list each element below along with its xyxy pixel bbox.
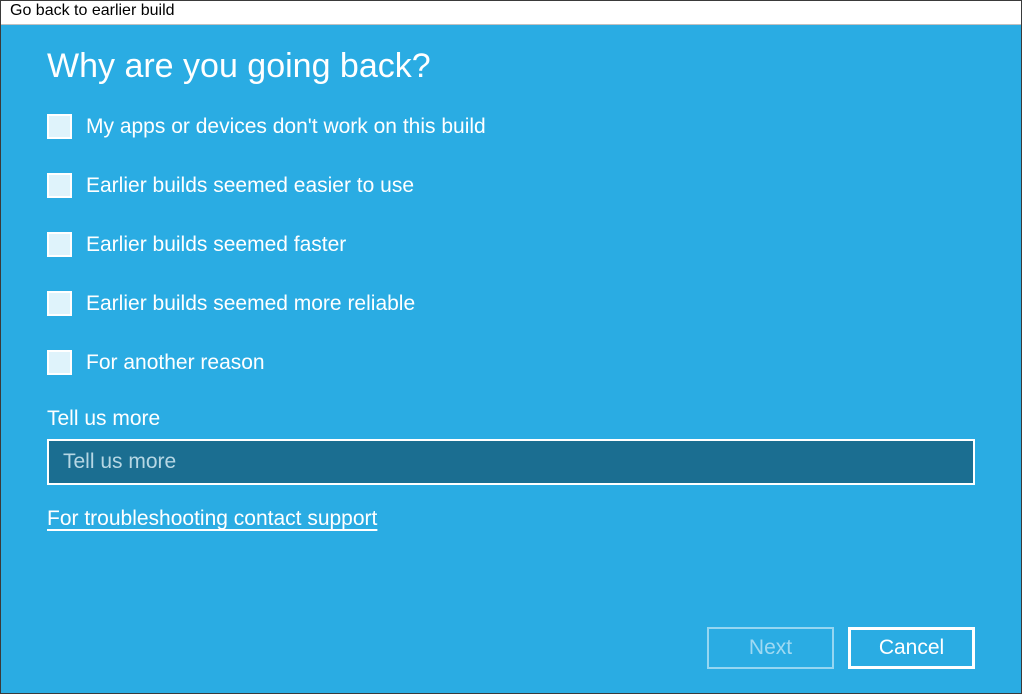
- support-link[interactable]: For troubleshooting contact support: [47, 507, 975, 531]
- option-faster[interactable]: Earlier builds seemed faster: [47, 232, 975, 257]
- window-title: Go back to earlier build: [1, 1, 1021, 25]
- option-another-reason[interactable]: For another reason: [47, 350, 975, 375]
- option-reliable[interactable]: Earlier builds seemed more reliable: [47, 291, 975, 316]
- checkbox-icon[interactable]: [47, 114, 72, 139]
- option-label: My apps or devices don't work on this bu…: [86, 115, 486, 139]
- page-heading: Why are you going back?: [47, 47, 975, 86]
- checkbox-icon[interactable]: [47, 350, 72, 375]
- option-apps-devices[interactable]: My apps or devices don't work on this bu…: [47, 114, 975, 139]
- option-easier[interactable]: Earlier builds seemed easier to use: [47, 173, 975, 198]
- window: Go back to earlier build Why are you goi…: [0, 0, 1022, 694]
- option-label: Earlier builds seemed faster: [86, 233, 346, 257]
- next-button[interactable]: Next: [707, 627, 834, 669]
- checkbox-icon[interactable]: [47, 173, 72, 198]
- options-list: My apps or devices don't work on this bu…: [47, 114, 975, 375]
- checkbox-icon[interactable]: [47, 291, 72, 316]
- footer-buttons: Next Cancel: [707, 627, 975, 669]
- content-area: Why are you going back? My apps or devic…: [1, 25, 1021, 693]
- checkbox-icon[interactable]: [47, 232, 72, 257]
- option-label: Earlier builds seemed more reliable: [86, 292, 415, 316]
- tell-us-more-label: Tell us more: [47, 407, 975, 431]
- cancel-button[interactable]: Cancel: [848, 627, 975, 669]
- option-label: Earlier builds seemed easier to use: [86, 174, 414, 198]
- option-label: For another reason: [86, 351, 265, 375]
- tell-us-more-input[interactable]: [47, 439, 975, 485]
